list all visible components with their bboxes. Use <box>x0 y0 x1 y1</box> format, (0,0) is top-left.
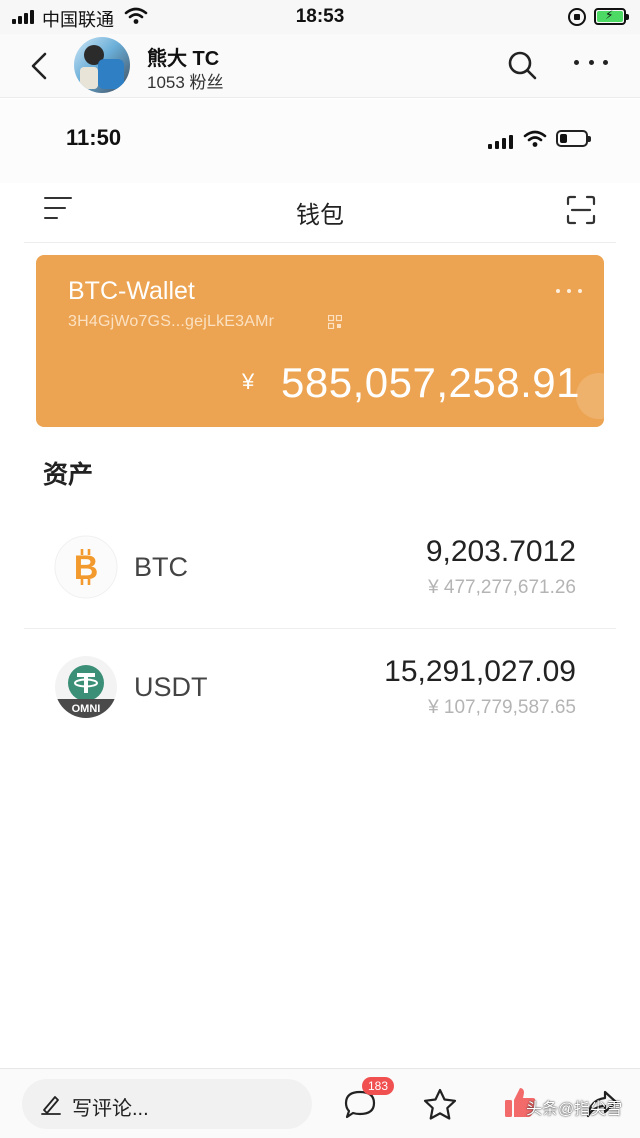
asset-amount: 15,291,027.09 <box>384 655 576 688</box>
svg-text:OMNI: OMNI <box>72 703 101 715</box>
bottom-toolbar: 写评论... 183 头条@指尖雪 <box>0 1068 640 1138</box>
asset-symbol: BTC <box>134 552 188 582</box>
wallet-nav-bar: 钱包 <box>24 183 616 243</box>
wallet-title: 钱包 <box>296 202 344 229</box>
total-currency-symbol: ¥ <box>242 369 255 394</box>
btc-logo-icon: B <box>54 535 118 599</box>
fans-count: 1053 粉丝 <box>147 73 224 92</box>
comment-placeholder: 写评论... <box>72 1098 149 1120</box>
card-more-icon <box>556 289 582 295</box>
wallet-total-balance: 585,057,258.91 <box>281 359 580 406</box>
star-icon[interactable] <box>422 1087 458 1121</box>
phone-status-bar: 中国联通 18:53 <box>0 0 640 34</box>
comment-count-badge: 183 <box>362 1077 395 1095</box>
inner-wifi-icon <box>523 130 547 147</box>
asset-fiat-value: ¥ 107,779,587.65 <box>428 697 576 718</box>
back-icon[interactable] <box>26 50 54 82</box>
qr-icon <box>328 315 342 329</box>
source-watermark: 头条@指尖雪 <box>526 1101 623 1118</box>
author-name[interactable]: 熊大 TC <box>147 42 219 71</box>
inner-signal-icon <box>488 135 513 149</box>
asset-row-btc: B BTC 9,203.7012 ¥ 477,277,671.26 <box>24 511 616 629</box>
svg-text:B: B <box>74 549 99 587</box>
battery-icon <box>594 8 629 25</box>
comment-input[interactable]: 写评论... <box>22 1079 312 1129</box>
inner-battery-icon <box>556 130 591 147</box>
asset-row-usdt: OMNI USDT 15,291,027.09 ¥ 107,779,587.65 <box>24 631 616 749</box>
scan-icon <box>566 195 596 225</box>
asset-amount: 9,203.7012 <box>425 535 576 568</box>
inner-status-bar: 11:50 <box>0 99 640 183</box>
usdt-logo-icon: OMNI <box>55 656 117 718</box>
status-time: 18:53 <box>295 6 345 27</box>
wallet-card: BTC-Wallet 3H4GjWo7GS...gejLkE3AMr ¥ 585… <box>36 255 604 427</box>
more-icon[interactable] <box>574 60 608 70</box>
wallet-address: 3H4GjWo7GS...gejLkE3AMr <box>68 313 275 330</box>
pen-icon <box>41 1096 61 1115</box>
wallet-name: BTC-Wallet <box>68 277 195 305</box>
search-icon[interactable] <box>506 49 538 81</box>
avatar[interactable] <box>74 37 130 93</box>
wallet-screenshot: 11:50 钱包 BTC-Wallet 3H4GjWo7GS...gejLkE3… <box>0 99 640 1067</box>
card-watermark-icon <box>576 373 604 419</box>
assets-heading: 资产 <box>43 461 94 489</box>
rotation-lock-icon <box>568 8 586 26</box>
inner-status-time: 11:50 <box>66 125 122 150</box>
asset-fiat-value: ¥ 477,277,671.26 <box>428 577 576 598</box>
asset-symbol: USDT <box>134 672 208 702</box>
article-header: 熊大 TC 1053 粉丝 <box>0 34 640 98</box>
